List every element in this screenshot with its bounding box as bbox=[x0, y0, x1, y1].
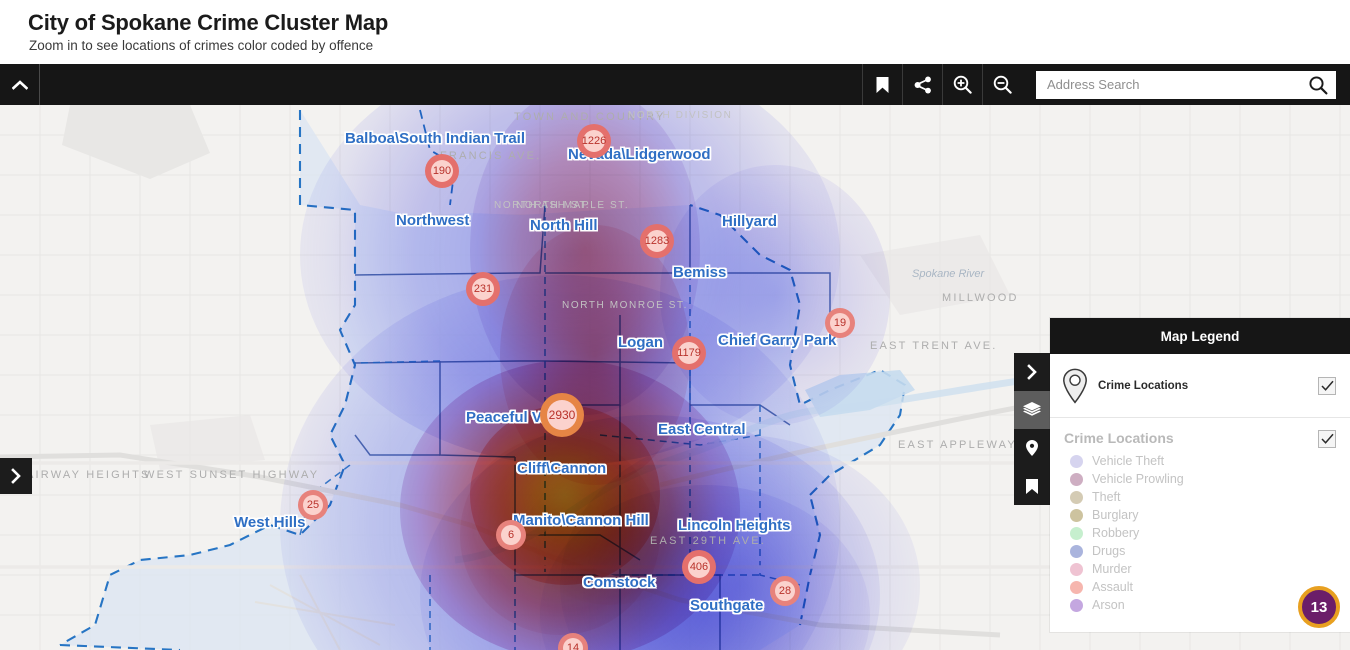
legend-swatch bbox=[1070, 598, 1083, 612]
legend-swatch bbox=[1070, 454, 1083, 468]
legend-group: Crime Locations Vehicle Theft Vehicle Pro… bbox=[1050, 418, 1350, 614]
layers-icon bbox=[1023, 402, 1041, 416]
cluster-marker-count: 19 bbox=[833, 317, 847, 329]
cluster-marker-count: 231 bbox=[473, 283, 493, 295]
chevron-right-icon bbox=[1027, 364, 1037, 380]
cluster-marker[interactable]: 25 bbox=[298, 490, 328, 520]
cluster-marker-count: 6 bbox=[507, 529, 515, 541]
legend-main-row[interactable]: Crime Locations bbox=[1050, 354, 1350, 418]
legend-item-label: Vehicle Theft bbox=[1092, 454, 1165, 468]
panel-expand-button[interactable] bbox=[1014, 353, 1050, 391]
bookmarks-button[interactable] bbox=[1014, 467, 1050, 505]
legend-item-label: Robbery bbox=[1092, 526, 1140, 540]
legend-main-label: Crime Locations bbox=[1098, 379, 1189, 392]
legend-swatch bbox=[1070, 472, 1083, 486]
legend-item[interactable]: Vehicle Prowling bbox=[1070, 470, 1336, 488]
map-legend-panel: Map Legend Crime Locations Crime Locatio… bbox=[1050, 318, 1350, 632]
legend-swatch bbox=[1070, 562, 1083, 576]
search-input[interactable] bbox=[1047, 71, 1307, 98]
cluster-marker[interactable]: 231 bbox=[466, 272, 500, 306]
cluster-marker-count: 1179 bbox=[677, 347, 701, 359]
check-icon bbox=[1320, 433, 1334, 444]
page-title: City of Spokane Crime Cluster Map bbox=[28, 10, 389, 35]
bookmark-button[interactable] bbox=[862, 64, 902, 105]
cluster-marker-count: 2930 bbox=[548, 408, 576, 422]
legend-item[interactable]: Robbery bbox=[1070, 524, 1336, 542]
cluster-marker[interactable]: 19 bbox=[825, 308, 855, 338]
cluster-marker-count: 1226 bbox=[581, 135, 607, 147]
address-search bbox=[1036, 70, 1336, 99]
cluster-marker-count: 190 bbox=[432, 165, 452, 177]
layers-button[interactable] bbox=[1014, 391, 1050, 429]
cluster-marker[interactable]: 190 bbox=[425, 154, 459, 188]
cluster-marker-count: 25 bbox=[306, 499, 320, 511]
legend-swatch bbox=[1070, 544, 1083, 558]
legend-item[interactable]: Assault bbox=[1070, 578, 1336, 596]
legend-item-label: Drugs bbox=[1092, 544, 1126, 558]
cluster-marker-count: 406 bbox=[689, 561, 709, 573]
zoom-out-icon bbox=[993, 75, 1012, 94]
legend-main-checkbox[interactable] bbox=[1318, 376, 1336, 395]
cluster-marker[interactable]: 1226 bbox=[577, 124, 611, 158]
map-toolbar bbox=[0, 64, 1350, 105]
legend-item-label: Murder bbox=[1092, 562, 1132, 576]
zoom-out-button[interactable] bbox=[982, 64, 1022, 105]
legend-swatch bbox=[1070, 508, 1083, 522]
legend-group-title: Crime Locations bbox=[1064, 430, 1174, 446]
map-pin-icon bbox=[1026, 440, 1038, 456]
page-header: City of Spokane Crime Cluster Map Zoom i… bbox=[0, 0, 1350, 64]
search-icon bbox=[1309, 75, 1328, 94]
legend-swatch bbox=[1070, 580, 1083, 594]
bookmark-icon bbox=[876, 76, 889, 93]
share-button[interactable] bbox=[902, 64, 942, 105]
bookmark-icon bbox=[1026, 478, 1038, 494]
legend-item[interactable]: Vehicle Theft bbox=[1070, 452, 1336, 470]
cluster-marker-count: 28 bbox=[778, 585, 792, 597]
search-submit-button[interactable] bbox=[1308, 75, 1328, 95]
legend-item[interactable]: Drugs bbox=[1070, 542, 1336, 560]
check-icon bbox=[1320, 380, 1334, 391]
cluster-marker-count: 14 bbox=[566, 642, 580, 650]
legend-swatch bbox=[1070, 526, 1083, 540]
zoom-in-button[interactable] bbox=[942, 64, 982, 105]
chevron-right-icon bbox=[11, 468, 21, 484]
legend-item-label: Arson bbox=[1092, 598, 1125, 612]
left-panel-expand-button[interactable] bbox=[0, 458, 32, 494]
legend-swatch bbox=[1070, 490, 1083, 504]
cluster-marker[interactable]: 1179 bbox=[672, 336, 706, 370]
share-icon bbox=[914, 76, 931, 93]
legend-item[interactable]: Burglary bbox=[1070, 506, 1336, 524]
toolbar-collapse-button[interactable] bbox=[0, 64, 40, 105]
map-tool-strip bbox=[1014, 353, 1050, 505]
legend-item[interactable]: Murder bbox=[1070, 560, 1336, 578]
zoom-in-icon bbox=[953, 75, 972, 94]
legend-group-checkbox[interactable] bbox=[1318, 430, 1336, 448]
legend-title: Map Legend bbox=[1050, 318, 1350, 354]
legend-item-label: Assault bbox=[1092, 580, 1133, 594]
map-pin-outline-icon bbox=[1063, 368, 1087, 404]
cluster-marker[interactable]: 406 bbox=[682, 550, 716, 584]
notification-badge-count: 13 bbox=[1310, 598, 1328, 616]
notification-badge[interactable]: 13 bbox=[1298, 586, 1340, 628]
legend-item-label: Vehicle Prowling bbox=[1092, 472, 1184, 486]
toolbar-right-group bbox=[862, 64, 1350, 105]
legend-item-label: Burglary bbox=[1092, 508, 1139, 522]
chevron-up-icon bbox=[11, 79, 28, 90]
location-button[interactable] bbox=[1014, 429, 1050, 467]
cluster-marker[interactable]: 28 bbox=[770, 576, 800, 606]
cluster-marker[interactable]: 2930 bbox=[540, 393, 584, 437]
page-subtitle: Zoom in to see locations of crimes color… bbox=[29, 38, 374, 53]
legend-item-label: Theft bbox=[1092, 490, 1121, 504]
legend-item[interactable]: Arson bbox=[1070, 596, 1336, 614]
legend-item-list: Vehicle Theft Vehicle Prowling Theft Burgla… bbox=[1064, 452, 1336, 614]
legend-item[interactable]: Theft bbox=[1070, 488, 1336, 506]
cluster-marker[interactable]: 1283 bbox=[640, 224, 674, 258]
cluster-marker-count: 1283 bbox=[644, 235, 670, 247]
cluster-marker[interactable]: 6 bbox=[496, 520, 526, 550]
